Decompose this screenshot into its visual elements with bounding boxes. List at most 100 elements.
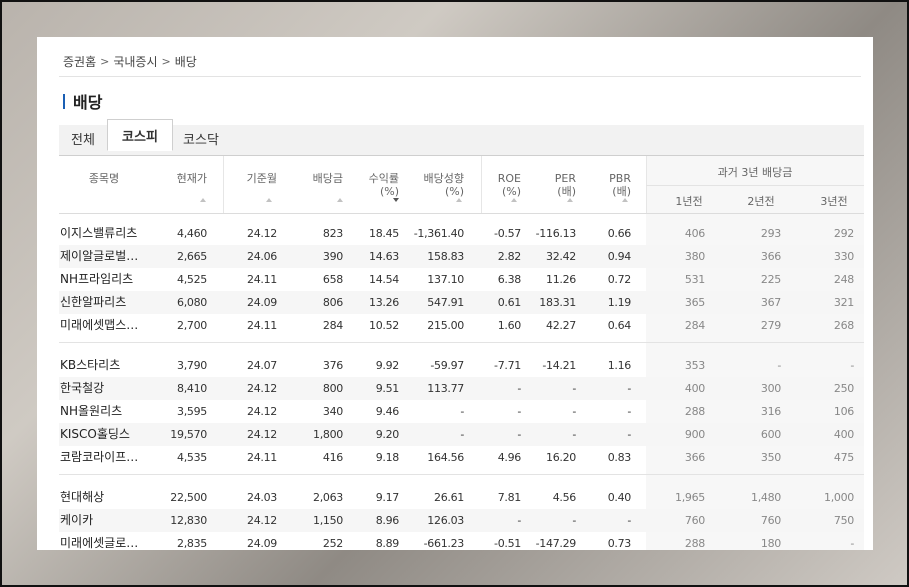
past-1y: 284 [684,319,705,332]
current-price: 8,410 [177,382,207,395]
stock-name[interactable]: 신한알파리츠 [60,291,140,314]
past-1y: 365 [684,296,705,309]
base-month: 24.11 [247,319,277,332]
base-month: 24.12 [247,514,277,527]
tab-all[interactable]: 전체 [59,125,107,155]
base-month: 24.12 [247,405,277,418]
sort-arrow-icon[interactable] [337,198,343,202]
tab-kospi[interactable]: 코스피 [107,119,173,151]
yield: 8.96 [375,514,400,527]
stock-name[interactable]: 미래에셋글로… [60,532,140,550]
payout-ratio: -1,361.40 [413,227,465,240]
col-base-month[interactable]: 기준월 [229,172,277,185]
sort-arrow-icon[interactable] [511,198,517,202]
base-month: 24.03 [247,491,277,504]
stock-name[interactable]: 제이알글로벌… [60,245,140,268]
breadcrumb-divider [59,76,861,77]
sort-arrow-icon[interactable] [567,198,573,202]
col-past-3y[interactable]: 3년전 [814,195,854,208]
per: - [572,428,576,441]
past-3y: 268 [833,319,854,332]
base-month: 24.12 [247,382,277,395]
stock-name[interactable]: 미래에셋맵스… [60,314,140,337]
per: - [572,514,576,527]
payout-ratio: -661.23 [423,537,465,550]
current-price: 2,665 [177,250,207,263]
past-3y: 321 [833,296,854,309]
past-1y: 406 [684,227,705,240]
tab-kosdaq[interactable]: 코스닥 [172,125,230,155]
breadcrumb-chevron-icon: > [161,55,171,68]
col-roe-label[interactable]: ROE [479,172,521,185]
current-price: 12,830 [170,514,207,527]
sort-arrow-icon[interactable] [622,198,628,202]
col-roe-unit: (%) [501,185,521,198]
past-3y: 250 [833,382,854,395]
col-name[interactable]: 종목명 [79,172,129,185]
table-row: 미래에셋글로… 2,835 24.09 252 8.89 -661.23 -0.51 -147… [59,532,864,550]
pbr: 1.19 [607,296,632,309]
sort-arrow-icon[interactable] [456,198,462,202]
past-3y: 292 [833,227,854,240]
roe: - [517,405,521,418]
pbr: - [627,382,631,395]
dividend-panel: 증권홈 > 국내증시 > 배당 배당 전체 코스피 코스닥 종목명 현재가 기준… [37,37,873,550]
stock-name[interactable]: 현대해상 [60,486,140,509]
past-3y: - [850,537,854,550]
sort-desc-icon[interactable] [393,198,399,202]
past-1y: 900 [684,428,705,441]
col-per-label[interactable]: PER [529,172,576,185]
table-row: 제이알글로벌… 2,665 24.06 390 14.63 158.83 2.82 32.42… [59,245,864,268]
roe: 4.96 [497,451,522,464]
roe: 7.81 [497,491,522,504]
col-yield-label[interactable]: 수익률 [349,172,399,185]
past-2y: 600 [760,428,781,441]
past-1y: 760 [684,514,705,527]
base-month: 24.11 [247,273,277,286]
table-row: 이지스밸류리츠 4,460 24.12 823 18.45 -1,361.40 -0.57 -… [59,222,864,245]
dividend: 390 [322,250,343,263]
payout-ratio: - [460,428,464,441]
table-row: KISCO홀딩스 19,570 24.12 1,800 9.20 - - - - 900 600 40… [59,423,864,446]
stock-name[interactable]: NH프라임리츠 [60,268,140,291]
dividend: 340 [322,405,343,418]
payout-ratio: 26.61 [434,491,464,504]
stock-name[interactable]: 케이카 [60,509,140,532]
stock-name[interactable]: 이지스밸류리츠 [60,222,140,245]
pbr: 0.83 [607,451,632,464]
breadcrumb-domestic[interactable]: 국내증시 [113,53,157,70]
past-2y: 293 [760,227,781,240]
sort-arrow-icon[interactable] [266,198,272,202]
roe: - [517,514,521,527]
stock-name[interactable]: NH올원리츠 [60,400,140,423]
pbr: 0.72 [607,273,632,286]
past-2y: 279 [760,319,781,332]
col-payout-label[interactable]: 배당성향 [399,172,464,185]
current-price: 6,080 [177,296,207,309]
dividend: 284 [322,319,343,332]
table-header: 종목명 현재가 기준월 배당금 수익률 (%) 배당성향 (%) ROE (%)… [59,156,864,214]
group-divider [59,474,864,475]
past-2y: - [777,359,781,372]
dividend: 823 [322,227,343,240]
past-1y: 288 [684,537,705,550]
yield: 18.45 [369,227,399,240]
sort-arrow-icon[interactable] [200,198,206,202]
breadcrumb-home[interactable]: 증권홈 [63,53,96,70]
past-2y: 760 [760,514,781,527]
stock-name[interactable]: KISCO홀딩스 [60,423,140,446]
col-dividend[interactable]: 배당금 [293,172,343,185]
col-past-2y[interactable]: 2년전 [741,195,781,208]
current-price: 3,595 [177,405,207,418]
pbr: - [627,428,631,441]
dividend: 252 [322,537,343,550]
pbr: - [627,514,631,527]
stock-name[interactable]: 한국철강 [60,377,140,400]
stock-name[interactable]: 코람코라이프… [60,446,140,469]
past-3y: 106 [833,405,854,418]
base-month: 24.11 [247,451,277,464]
stock-name[interactable]: KB스타리츠 [60,354,140,377]
col-pbr-label[interactable]: PBR [584,172,631,185]
col-price[interactable]: 현재가 [157,172,207,185]
col-past-1y[interactable]: 1년전 [669,195,709,208]
